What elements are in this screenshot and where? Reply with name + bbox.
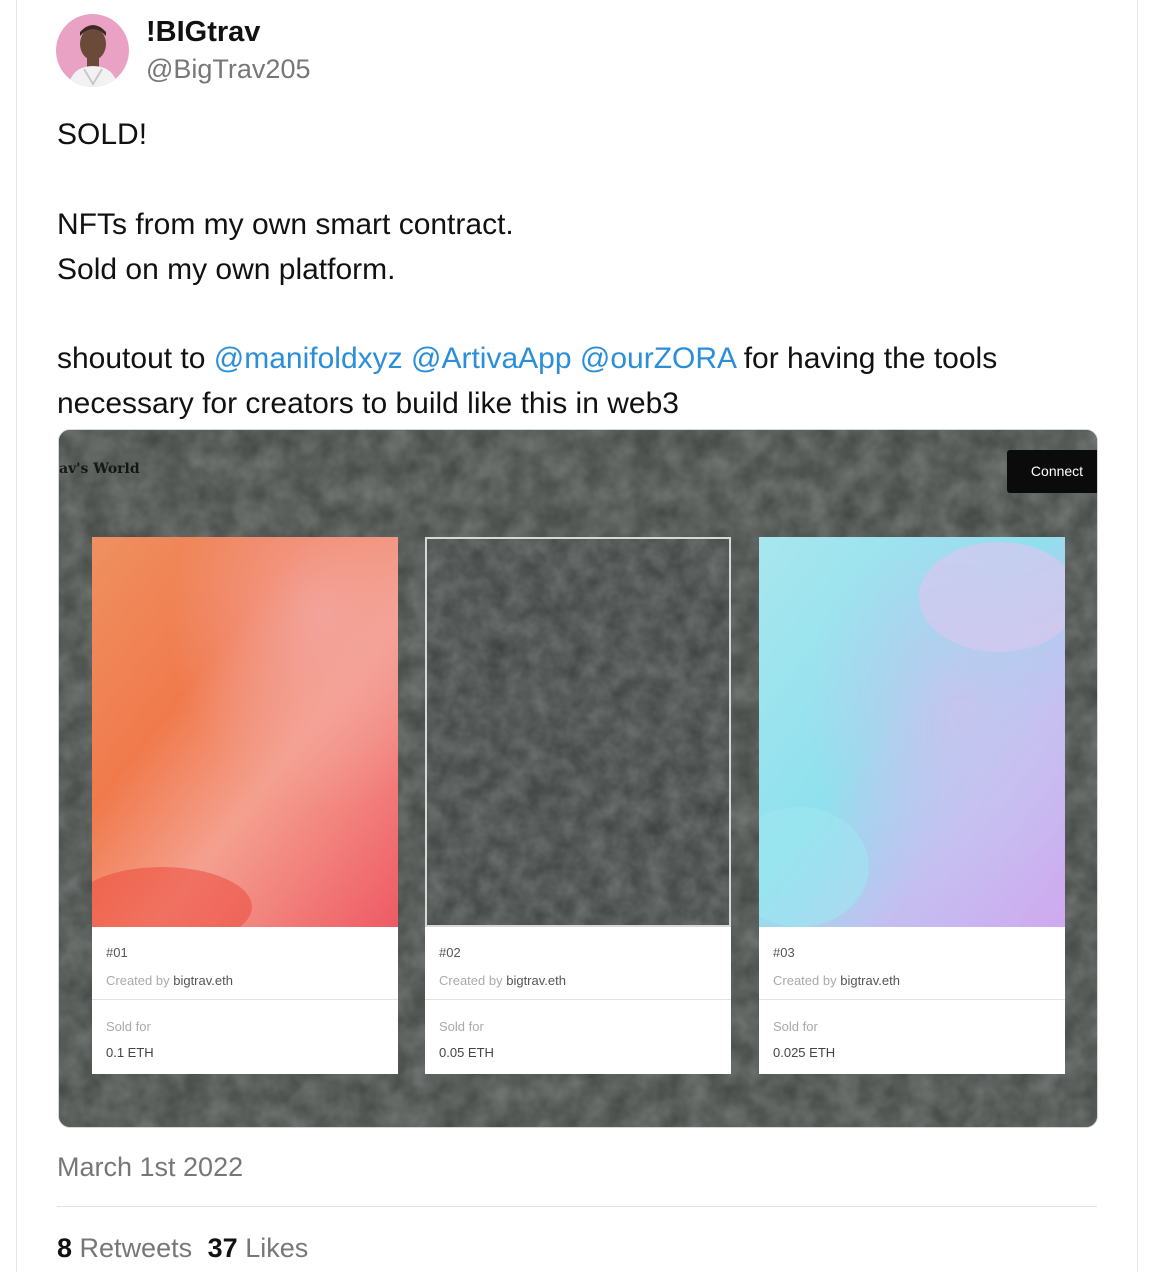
sold-for-label: Sold for — [439, 1019, 484, 1034]
shoutout-prefix: shoutout to — [57, 342, 214, 375]
nft-artwork-01 — [92, 537, 398, 927]
avatar[interactable] — [56, 14, 129, 87]
nft-creator: Created by bigtrav.eth — [439, 973, 566, 988]
nft-price: 0.025 ETH — [773, 1045, 836, 1060]
divider — [92, 999, 398, 1000]
created-by-label: Created by — [439, 973, 503, 988]
nft-price: 0.05 ETH — [439, 1045, 494, 1060]
retweets-label[interactable]: Retweets — [80, 1233, 193, 1263]
nft-creator: Created by bigtrav.eth — [773, 973, 900, 988]
mention-link-ourzora[interactable]: @ourZORA — [580, 342, 736, 375]
tweet-text-line: necessary for creators to build like thi… — [57, 387, 679, 420]
nft-card-01[interactable]: #01 Created by bigtrav.eth Sold for 0.1 … — [92, 537, 398, 1074]
nft-card-03[interactable]: #03 Created by bigtrav.eth Sold for 0.02… — [759, 537, 1065, 1074]
tweet-text-line: Sold on my own platform. — [57, 253, 396, 286]
likes-label[interactable]: Likes — [245, 1233, 308, 1263]
user-handle[interactable]: @BigTrav205 — [146, 54, 310, 85]
sold-for-label: Sold for — [106, 1019, 151, 1034]
nft-card-02[interactable]: #02 Created by bigtrav.eth Sold for 0.05… — [425, 537, 731, 1074]
tweet-text-line: NFTs from my own smart contract. — [57, 208, 514, 241]
nft-artwork-02 — [425, 537, 731, 927]
creator-link[interactable]: bigtrav.eth — [840, 973, 900, 988]
avatar-portrait-icon — [68, 25, 118, 87]
display-name[interactable]: !BIGtrav — [146, 16, 260, 49]
nft-creator: Created by bigtrav.eth — [106, 973, 233, 988]
tweet-date[interactable]: March 1st 2022 — [57, 1152, 243, 1183]
mention-link-artivaapp[interactable]: @ArtivaApp — [411, 342, 572, 375]
likes-count[interactable]: 37 — [208, 1233, 238, 1263]
nft-number: #01 — [106, 945, 128, 960]
created-by-label: Created by — [773, 973, 837, 988]
divider — [425, 999, 731, 1000]
creator-link[interactable]: bigtrav.eth — [173, 973, 233, 988]
connect-button[interactable]: Connect — [1007, 450, 1097, 493]
retweets-count[interactable]: 8 — [57, 1233, 72, 1263]
nft-price: 0.1 ETH — [106, 1045, 154, 1060]
divider — [759, 999, 1065, 1000]
mention-link-manifoldxyz[interactable]: @manifoldxyz — [214, 342, 403, 375]
sold-for-label: Sold for — [773, 1019, 818, 1034]
embedded-screenshot[interactable]: av's World Connect #01 Created by bigtra… — [58, 429, 1098, 1128]
divider — [57, 1206, 1097, 1207]
tweet-text-shoutout: shoutout to @manifoldxyz @ArtivaApp @our… — [57, 342, 997, 376]
creator-link[interactable]: bigtrav.eth — [506, 973, 566, 988]
nft-artwork-03 — [759, 537, 1065, 927]
nft-number: #03 — [773, 945, 795, 960]
created-by-label: Created by — [106, 973, 170, 988]
tweet-text-line: SOLD! — [57, 118, 148, 151]
engagement-stats: 8 Retweets 37 Likes — [57, 1233, 308, 1264]
nft-number: #02 — [439, 945, 461, 960]
site-title: av's World — [59, 461, 140, 477]
shoutout-suffix: for having the tools — [735, 342, 998, 375]
